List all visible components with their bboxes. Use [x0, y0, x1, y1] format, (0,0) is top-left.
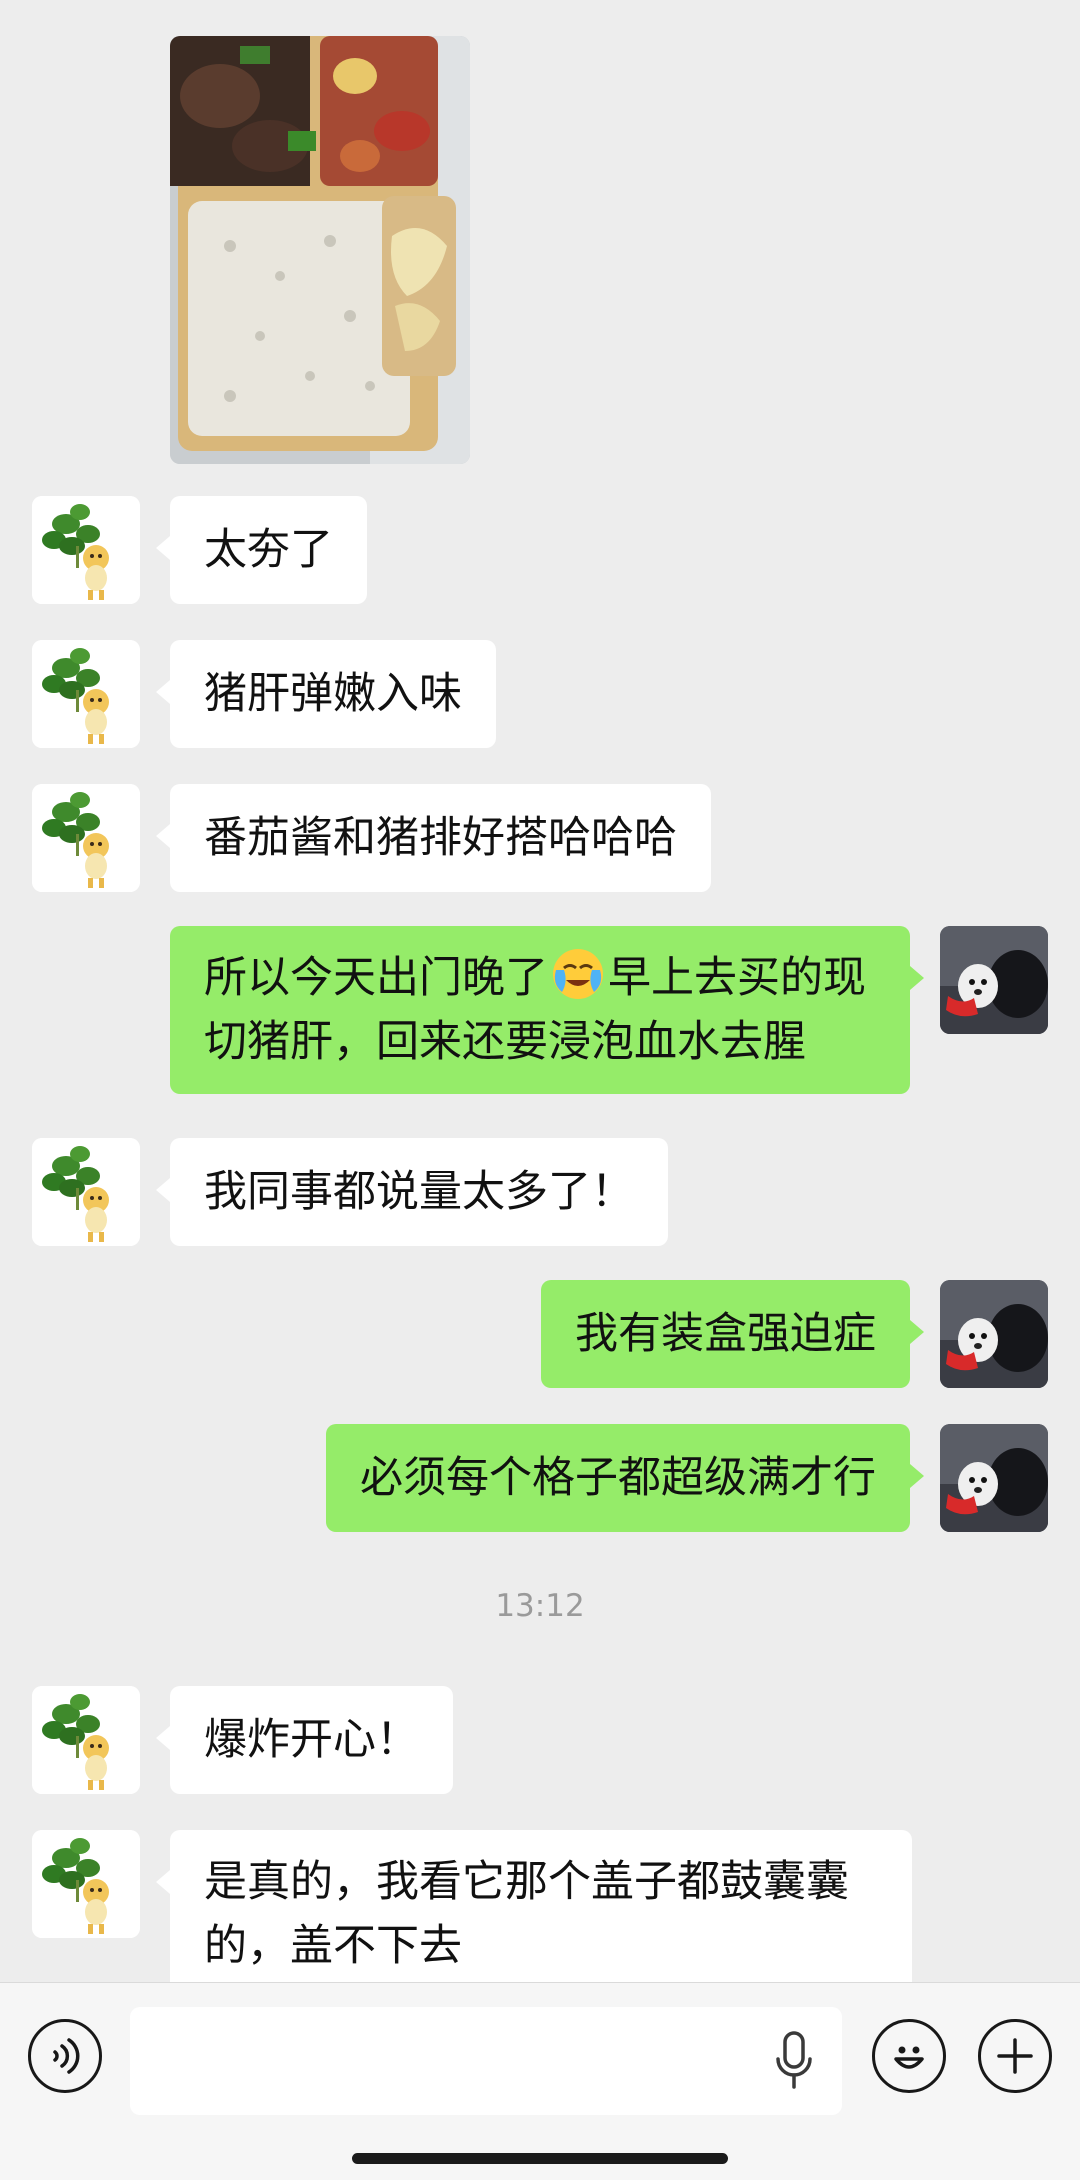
microphone-icon[interactable] — [772, 2029, 816, 2093]
dogs-photo-avatar-icon — [940, 926, 1048, 1034]
cartoon-plant-avatar-icon — [32, 784, 140, 892]
message-text-part: 所以今天出门晚了 — [204, 953, 548, 1003]
contact-avatar[interactable] — [32, 784, 140, 892]
top-strip — [0, 0, 1080, 36]
self-avatar[interactable] — [940, 1424, 1048, 1532]
message-bubble-incoming[interactable]: 是真的，我看它那个盖子都鼓囊囊 的，盖不下去 — [156, 1830, 912, 1982]
cartoon-plant-avatar-icon — [32, 496, 140, 604]
message-bubble-incoming[interactable]: 爆炸开心！ — [156, 1686, 453, 1794]
message-bubble-incoming[interactable]: 番茄酱和猪排好搭哈哈哈 — [156, 784, 711, 892]
voice-toggle-icon — [53, 2038, 80, 2074]
more-actions-button[interactable] — [978, 2019, 1052, 2093]
dogs-photo-avatar-icon — [940, 1280, 1048, 1388]
message-text: 太夯了 — [204, 525, 333, 575]
cartoon-plant-avatar-icon — [32, 640, 140, 748]
emoji-face-icon — [894, 2046, 924, 2069]
message-text: 爆炸开心！ — [204, 1715, 419, 1765]
message-text: 番茄酱和猪排好搭哈哈哈 — [204, 813, 677, 863]
message-bubble-incoming[interactable]: 我同事都说量太多了！ — [156, 1138, 668, 1246]
message-text-part: 早上去买的现 — [608, 953, 866, 1003]
message-bubble-outgoing[interactable]: 所以今天出门晚了 早上去买的现 切猪肝，回来还要浸泡血水去腥 — [170, 926, 924, 1094]
plus-icon — [997, 2038, 1033, 2074]
face-with-tears-emoji-icon — [553, 949, 603, 999]
message-text-line: 是真的，我看它那个盖子都鼓囊囊 — [204, 1857, 849, 1907]
bento-box-image — [170, 36, 470, 464]
home-indicator[interactable] — [352, 2153, 728, 2164]
contact-avatar[interactable] — [32, 1830, 140, 1938]
message-text-line: 切猪肝，回来还要浸泡血水去腥 — [204, 1017, 806, 1067]
chat-input-bar — [0, 1982, 1080, 2180]
message-text: 必须每个格子都超级满才行 — [360, 1453, 876, 1503]
contact-avatar[interactable] — [32, 1686, 140, 1794]
voice-mode-button[interactable] — [28, 2019, 102, 2093]
contact-avatar[interactable] — [32, 496, 140, 604]
contact-avatar[interactable] — [32, 640, 140, 748]
message-text-line: 的，盖不下去 — [204, 1921, 462, 1971]
chat-area[interactable]: 太夯了 猪肝弹嫩入味 番茄酱和猪排好搭哈哈哈 所以今天出门晚了 早上去买的现 切… — [0, 0, 1080, 1982]
message-timestamp: 13:12 — [495, 1588, 585, 1624]
dogs-photo-avatar-icon — [940, 1424, 1048, 1532]
food-photo-message[interactable] — [170, 36, 470, 464]
message-bubble-incoming[interactable]: 太夯了 — [156, 496, 367, 604]
cartoon-plant-avatar-icon — [32, 1830, 140, 1938]
message-bubble-outgoing[interactable]: 我有装盒强迫症 — [541, 1280, 924, 1388]
message-bubble-outgoing[interactable]: 必须每个格子都超级满才行 — [326, 1424, 924, 1532]
message-text: 我同事都说量太多了！ — [204, 1167, 634, 1217]
cartoon-plant-avatar-icon — [32, 1686, 140, 1794]
message-text: 我有装盒强迫症 — [575, 1309, 876, 1359]
self-avatar[interactable] — [940, 926, 1048, 1034]
message-text-line: 所以今天出门晚了 早上去买的现 — [204, 946, 876, 1010]
message-input[interactable] — [130, 2007, 842, 2115]
cartoon-plant-avatar-icon — [32, 1138, 140, 1246]
message-text: 猪肝弹嫩入味 — [204, 669, 462, 719]
emoji-button[interactable] — [872, 2019, 946, 2093]
self-avatar[interactable] — [940, 1280, 1048, 1388]
message-bubble-incoming[interactable]: 猪肝弹嫩入味 — [156, 640, 496, 748]
contact-avatar[interactable] — [32, 1138, 140, 1246]
